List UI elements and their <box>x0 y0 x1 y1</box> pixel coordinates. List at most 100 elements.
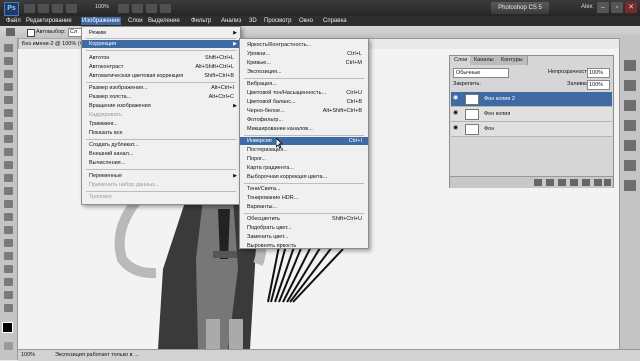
menu-item-selective-color[interactable]: Выборочная коррекция цвета... <box>240 173 368 181</box>
brush-icon[interactable] <box>4 135 13 143</box>
layer-row[interactable]: ◉ Фон копия 2 <box>451 92 612 107</box>
healing-brush-icon[interactable] <box>4 122 13 130</box>
quick-selection-icon[interactable] <box>4 83 13 91</box>
eye-icon[interactable]: ◉ <box>453 125 461 132</box>
move-tool-icon[interactable] <box>6 28 15 36</box>
menu-edit[interactable]: Редактирование <box>25 17 73 25</box>
rotate-view-icon[interactable] <box>132 4 143 13</box>
layer-style-icon[interactable] <box>546 179 554 186</box>
menu-item-black-white[interactable]: Черно-белое... Alt+Shift+Ctrl+B <box>240 107 368 115</box>
menu-item-image-rotation[interactable]: Вращение изображения ▶ <box>82 102 240 110</box>
type-icon[interactable] <box>4 239 13 247</box>
mini-bridge-icon[interactable] <box>38 4 49 13</box>
menu-item-desaturate[interactable]: Обесцветить Shift+Ctrl+U <box>240 215 368 223</box>
actions-panel-icon[interactable] <box>624 160 636 171</box>
path-selection-icon[interactable] <box>4 252 13 260</box>
eye-icon[interactable]: ◉ <box>453 110 461 117</box>
workspace-switcher[interactable]: Photoshop CS 5 <box>491 2 549 14</box>
autoselect-checkbox[interactable] <box>27 29 35 37</box>
move-icon[interactable] <box>4 44 13 52</box>
menu-item-image-size[interactable]: Размер изображения... Alt+Ctrl+I <box>82 84 240 92</box>
menu-item-brightness-contrast[interactable]: Яркость/Контрастность... <box>240 41 368 49</box>
menu-item-duplicate[interactable]: Создать дубликат... <box>82 141 240 149</box>
layer-row[interactable]: ◉ Фон <box>451 122 612 137</box>
menu-item-invert[interactable]: Инверсия Ctrl+I <box>240 137 368 145</box>
menu-item-posterize[interactable]: Постеризация... <box>240 146 368 154</box>
menu-item-auto-color[interactable]: Автоматическая цветовая коррекция Shift+C… <box>82 72 240 80</box>
gradient-icon[interactable] <box>4 187 13 195</box>
crop-icon[interactable] <box>4 96 13 104</box>
menu-help[interactable]: Справка <box>322 17 348 25</box>
bridge-icon[interactable] <box>24 4 35 13</box>
menu-item-curves[interactable]: Кривые... Ctrl+M <box>240 59 368 67</box>
menu-item-equalize[interactable]: Выровнять яркость <box>240 242 368 249</box>
eyedropper-icon[interactable] <box>4 109 13 117</box>
menu-item-canvas-size[interactable]: Размер холста... Alt+Ctrl+C <box>82 93 240 101</box>
menu-view[interactable]: Просмотр <box>263 17 292 25</box>
menu-item-auto-tone[interactable]: Автотон Shift+Ctrl+L <box>82 54 240 62</box>
history-brush-icon[interactable] <box>4 161 13 169</box>
screen-mode-icon[interactable] <box>160 4 171 13</box>
dodge-icon[interactable] <box>4 213 13 221</box>
menu-item-hdr-toning[interactable]: Тонирование HDR... <box>240 194 368 202</box>
menu-window[interactable]: Окно <box>298 17 314 25</box>
opacity-input[interactable]: 100% <box>587 68 610 78</box>
group-icon[interactable] <box>582 179 590 186</box>
menu-analysis[interactable]: Анализ <box>220 17 242 25</box>
layer-mask-icon[interactable] <box>558 179 566 186</box>
menu-select[interactable]: Выделение <box>147 17 181 25</box>
zoom-level[interactable]: 100% <box>95 4 109 10</box>
eye-icon[interactable]: ◉ <box>453 95 461 102</box>
fill-input[interactable]: 100% <box>587 80 610 90</box>
history-panel-icon[interactable] <box>624 140 636 151</box>
close-button[interactable]: ✕ <box>625 2 637 13</box>
menu-item-channel-mixer[interactable]: Микширование каналов... <box>240 125 368 133</box>
link-layers-icon[interactable] <box>534 179 542 186</box>
tab-paths[interactable]: Контуры <box>497 56 528 65</box>
menu-item-photo-filter[interactable]: Фотофильтр... <box>240 116 368 124</box>
extras-icon[interactable] <box>52 4 63 13</box>
menu-item-vibrance[interactable]: Вибрация... <box>240 80 368 88</box>
status-zoom[interactable]: 100% <box>21 352 35 358</box>
menu-item-trim[interactable]: Тримминг... <box>82 120 240 128</box>
shape-icon[interactable] <box>4 265 13 273</box>
minimize-button[interactable]: – <box>597 2 609 13</box>
layers-panel-icon[interactable] <box>624 180 636 191</box>
tab-channels[interactable]: Каналы <box>470 56 499 65</box>
hand-icon[interactable] <box>4 291 13 299</box>
menu-item-reveal-all[interactable]: Показать все <box>82 129 240 137</box>
swatches-panel-icon[interactable] <box>624 80 636 91</box>
menu-item-color-balance[interactable]: Цветовой баланс... Ctrl+B <box>240 98 368 106</box>
menu-item-mode[interactable]: Режим ▶ <box>82 29 240 37</box>
arrange-documents-icon[interactable] <box>146 4 157 13</box>
quick-mask-icon[interactable] <box>4 342 13 350</box>
menu-filter[interactable]: Фильтр <box>190 17 212 25</box>
menu-3d[interactable]: 3D <box>248 17 258 25</box>
menu-item-shadows-highlights[interactable]: Тени/Света... <box>240 185 368 193</box>
menu-item-exposure[interactable]: Экспозиция... <box>240 68 368 76</box>
menu-item-replace-color[interactable]: Заменить цвет... <box>240 233 368 241</box>
layer-row[interactable]: ◉ Фон копия <box>451 107 612 122</box>
lasso-icon[interactable] <box>4 70 13 78</box>
zoom-icon[interactable] <box>4 304 13 312</box>
hand-tool-icon[interactable] <box>118 4 129 13</box>
new-layer-icon[interactable] <box>594 179 602 186</box>
menu-item-gradient-map[interactable]: Карта градиента... <box>240 164 368 172</box>
maximize-button[interactable]: ▫ <box>611 2 623 13</box>
masks-panel-icon[interactable] <box>624 120 636 131</box>
menu-image[interactable]: Изображение <box>81 17 121 25</box>
adjustment-layer-icon[interactable] <box>570 179 578 186</box>
menu-item-hue-saturation[interactable]: Цветовой тон/Насыщенность... Ctrl+U <box>240 89 368 97</box>
menu-layers[interactable]: Слои <box>127 17 144 25</box>
menu-item-variations[interactable]: Варианты... <box>240 203 368 211</box>
foreground-color-swatch[interactable] <box>2 322 13 333</box>
marquee-icon[interactable] <box>4 57 13 65</box>
menu-item-variables[interactable]: Переменные ▶ <box>82 172 240 180</box>
adjustments-panel-icon[interactable] <box>624 100 636 111</box>
blur-icon[interactable] <box>4 200 13 208</box>
menu-item-levels[interactable]: Уровни... Ctrl+L <box>240 50 368 58</box>
menu-item-calculations[interactable]: Вычисления... <box>82 159 240 167</box>
menu-file[interactable]: Файл <box>5 17 22 25</box>
pen-icon[interactable] <box>4 226 13 234</box>
color-panel-icon[interactable] <box>624 60 636 71</box>
